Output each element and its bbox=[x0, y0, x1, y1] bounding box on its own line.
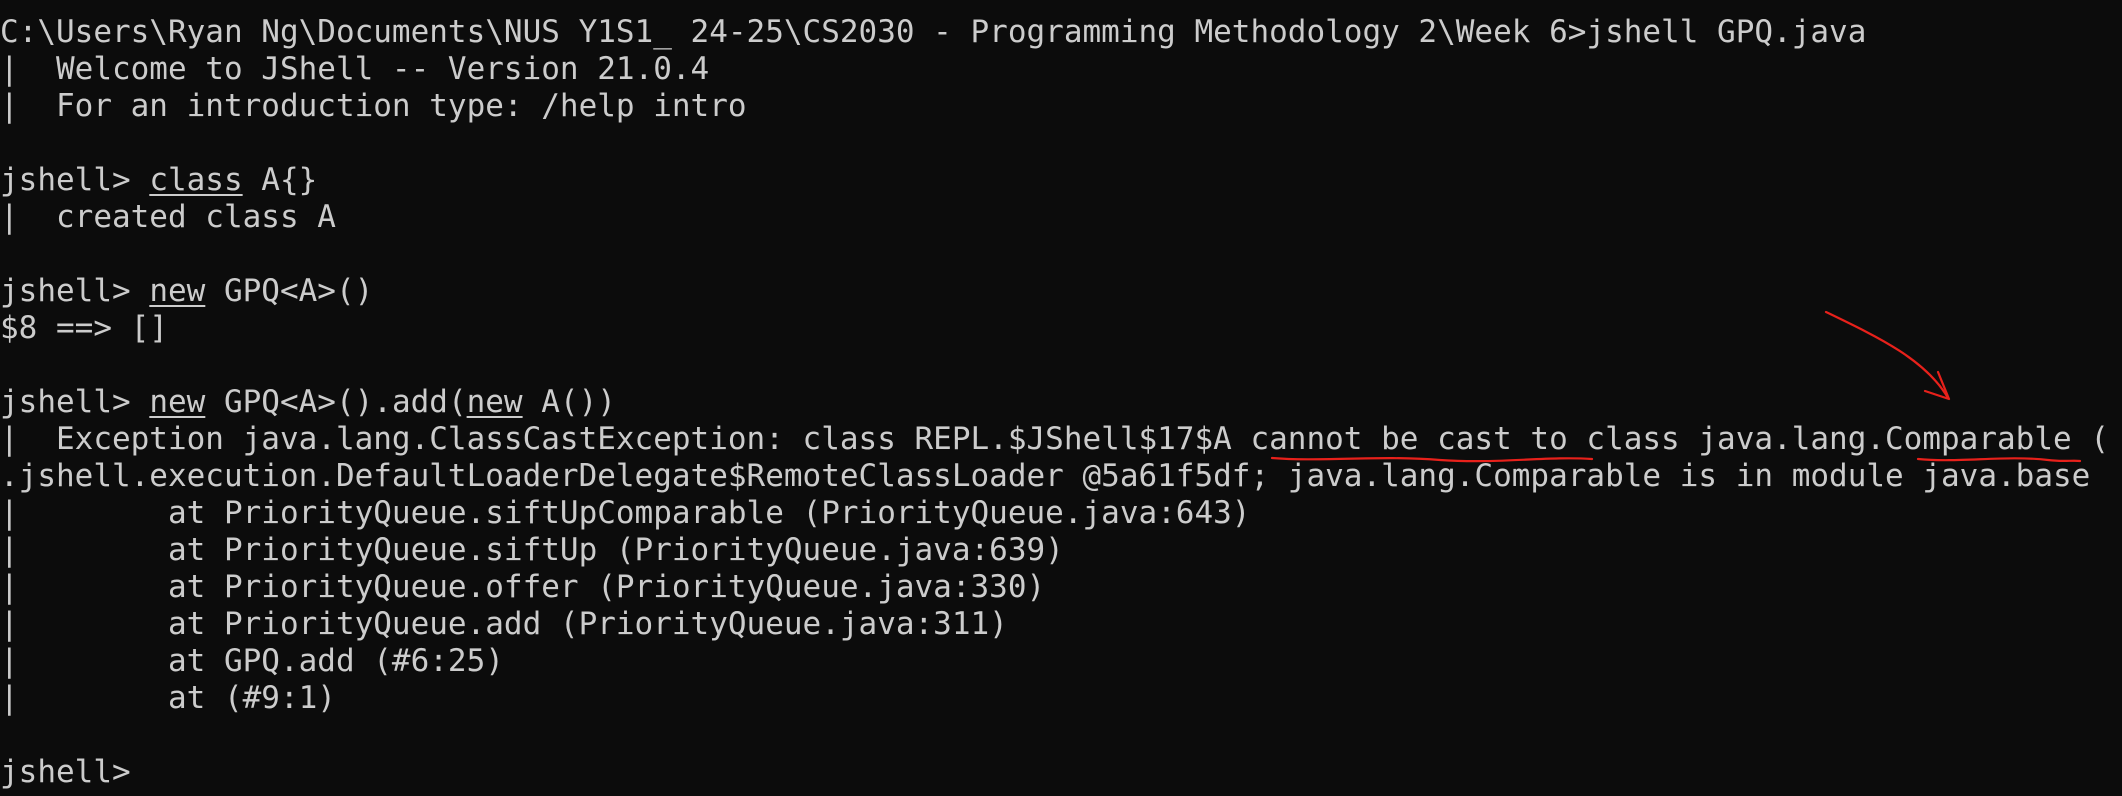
terminal-line: jshell> new GPQ<A>() bbox=[0, 273, 2109, 310]
text-segment: | Welcome to JShell -- Version 21.0.4 bbox=[0, 51, 710, 87]
text-segment: jshell> bbox=[0, 754, 150, 790]
text-segment: GPQ<A>() bbox=[205, 273, 374, 309]
terminal-line: jshell> new GPQ<A>().add(new A()) bbox=[0, 384, 2109, 421]
terminal-line: jshell> bbox=[0, 754, 2109, 791]
keyword-token: new bbox=[466, 384, 523, 420]
text-segment: A()) bbox=[522, 384, 616, 420]
text-segment: $8 ==> [] bbox=[0, 310, 168, 346]
terminal-line: | For an introduction type: /help intro bbox=[0, 88, 2109, 125]
terminal-line: | at PriorityQueue.add (PriorityQueue.ja… bbox=[0, 606, 2109, 643]
terminal-line: | at PriorityQueue.siftUpComparable (Pri… bbox=[0, 495, 2109, 532]
text-segment: | at PriorityQueue.offer (PriorityQueue.… bbox=[0, 569, 1046, 605]
terminal-line: jshell> class A{} bbox=[0, 162, 2109, 199]
keyword-token: new bbox=[149, 384, 206, 420]
terminal-line: | created class A bbox=[0, 199, 2109, 236]
text-segment: C:\Users\Ryan Ng\Documents\NUS Y1S1_ 24-… bbox=[0, 14, 1867, 50]
terminal-line: | Exception java.lang.ClassCastException… bbox=[0, 421, 2109, 458]
text-segment: .jshell.execution.DefaultLoaderDelegate$… bbox=[0, 458, 2091, 494]
text-segment: jshell> bbox=[0, 162, 150, 198]
terminal-line: | at PriorityQueue.offer (PriorityQueue.… bbox=[0, 569, 2109, 606]
terminal-line: $8 ==> [] bbox=[0, 310, 2109, 347]
terminal-line: | at PriorityQueue.siftUp (PriorityQueue… bbox=[0, 532, 2109, 569]
keyword-token: class bbox=[149, 162, 243, 198]
terminal-output: C:\Users\Ryan Ng\Documents\NUS Y1S1_ 24-… bbox=[0, 14, 2109, 791]
text-segment: | For an introduction type: /help intro bbox=[0, 88, 747, 124]
text-segment: | at GPQ.add (#6:25) bbox=[0, 643, 504, 679]
text-segment: | Exception java.lang.ClassCastException… bbox=[0, 421, 2109, 457]
text-segment: | at PriorityQueue.add (PriorityQueue.ja… bbox=[0, 606, 1008, 642]
terminal-line: | at (#9:1) bbox=[0, 680, 2109, 717]
terminal-window[interactable]: C:\Users\Ryan Ng\Documents\NUS Y1S1_ 24-… bbox=[0, 0, 2122, 796]
text-segment: GPQ<A>().add( bbox=[205, 384, 467, 420]
text-segment: | at (#9:1) bbox=[0, 680, 336, 716]
text-segment: jshell> bbox=[0, 273, 150, 309]
terminal-line: | at GPQ.add (#6:25) bbox=[0, 643, 2109, 680]
text-segment: | at PriorityQueue.siftUp (PriorityQueue… bbox=[0, 532, 1064, 568]
text-segment: A{} bbox=[242, 162, 318, 198]
text-segment: | at PriorityQueue.siftUpComparable (Pri… bbox=[0, 495, 1251, 531]
terminal-line: C:\Users\Ryan Ng\Documents\NUS Y1S1_ 24-… bbox=[0, 14, 2109, 51]
terminal-line: | Welcome to JShell -- Version 21.0.4 bbox=[0, 51, 2109, 88]
terminal-line: .jshell.execution.DefaultLoaderDelegate$… bbox=[0, 458, 2109, 495]
text-segment: jshell> bbox=[0, 384, 150, 420]
keyword-token: new bbox=[149, 273, 206, 309]
text-segment: | created class A bbox=[0, 199, 336, 235]
